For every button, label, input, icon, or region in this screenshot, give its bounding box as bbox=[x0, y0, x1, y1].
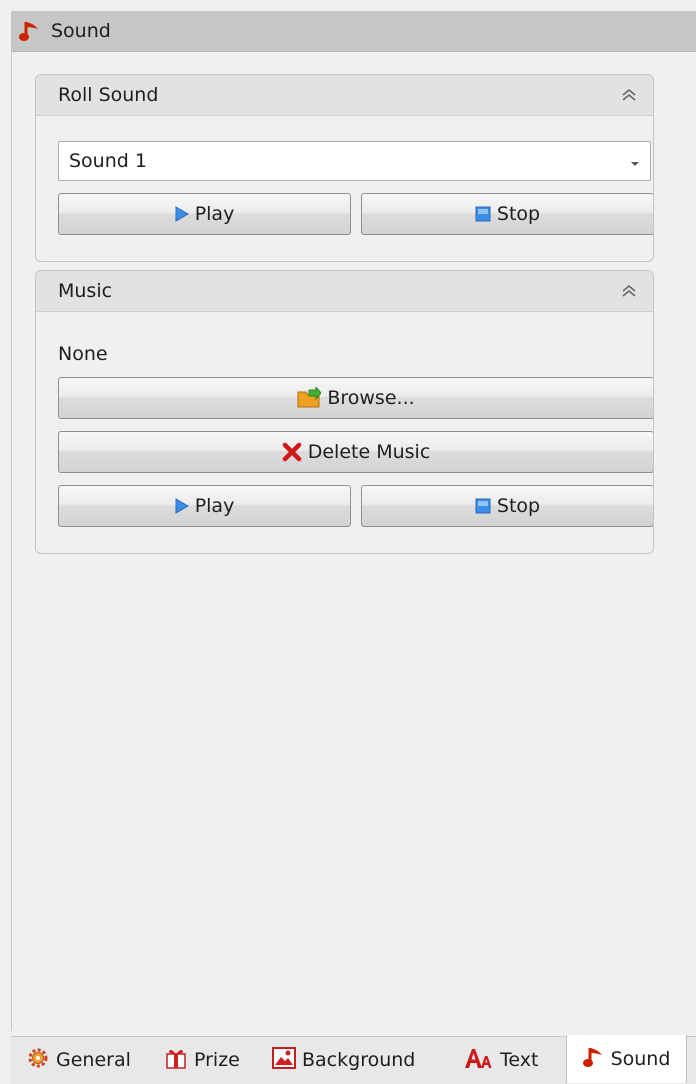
window-title: Sound bbox=[51, 20, 111, 42]
play-icon bbox=[175, 498, 189, 514]
roll-sound-title: Roll Sound bbox=[58, 84, 159, 106]
tab-general[interactable]: General bbox=[26, 1037, 131, 1083]
picture-icon bbox=[272, 1046, 296, 1074]
music-header[interactable]: Music bbox=[36, 271, 653, 312]
tab-background[interactable]: Background bbox=[272, 1037, 415, 1083]
music-stop-label: Stop bbox=[496, 495, 541, 517]
sound-select[interactable]: Sound 1 bbox=[58, 141, 651, 181]
roll-play-button[interactable]: Play bbox=[58, 193, 351, 235]
tab-prize[interactable]: Prize bbox=[164, 1037, 240, 1083]
roll-stop-button[interactable]: Stop bbox=[361, 193, 653, 235]
delete-x-icon bbox=[282, 442, 302, 462]
music-play-button[interactable]: Play bbox=[58, 485, 351, 527]
sound-select-value: Sound 1 bbox=[69, 150, 147, 172]
tab-general-label: General bbox=[56, 1049, 131, 1071]
tab-background-label: Background bbox=[302, 1049, 416, 1071]
music-play-label: Play bbox=[194, 495, 235, 517]
collapse-up-icon[interactable] bbox=[619, 85, 639, 105]
tab-text-label: Text bbox=[500, 1049, 539, 1071]
window-titlebar: Sound bbox=[11, 11, 696, 52]
music-panel: Music None Browse... Delete Music Play S… bbox=[35, 270, 654, 554]
roll-sound-panel: Roll Sound Sound 1 Play Stop bbox=[35, 74, 654, 262]
stop-icon bbox=[475, 498, 491, 514]
play-icon bbox=[175, 206, 189, 222]
tab-strip: General Prize Background Text Sound bbox=[11, 1035, 696, 1084]
delete-music-label: Delete Music bbox=[307, 441, 431, 463]
roll-sound-header[interactable]: Roll Sound bbox=[36, 75, 653, 116]
chevron-down-icon bbox=[630, 150, 640, 172]
gift-icon bbox=[164, 1046, 188, 1075]
tab-prize-label: Prize bbox=[194, 1049, 240, 1071]
panel-border bbox=[11, 51, 12, 1031]
music-file-label: None bbox=[58, 343, 108, 365]
browse-button[interactable]: Browse... bbox=[58, 377, 653, 419]
music-stop-button[interactable]: Stop bbox=[361, 485, 653, 527]
music-note-icon bbox=[19, 18, 45, 44]
tab-sound[interactable]: Sound bbox=[566, 1035, 687, 1083]
tab-text[interactable]: Text bbox=[464, 1037, 538, 1083]
gear-icon bbox=[26, 1046, 50, 1075]
delete-music-button[interactable]: Delete Music bbox=[58, 431, 653, 473]
roll-play-label: Play bbox=[194, 203, 235, 225]
folder-open-icon bbox=[297, 387, 322, 409]
roll-stop-label: Stop bbox=[496, 203, 541, 225]
tab-sound-label: Sound bbox=[610, 1048, 671, 1070]
music-note-icon bbox=[582, 1045, 605, 1074]
collapse-up-icon[interactable] bbox=[619, 281, 639, 301]
music-title: Music bbox=[58, 280, 113, 302]
browse-label: Browse... bbox=[327, 387, 415, 409]
text-icon bbox=[464, 1047, 494, 1074]
stop-icon bbox=[475, 206, 491, 222]
